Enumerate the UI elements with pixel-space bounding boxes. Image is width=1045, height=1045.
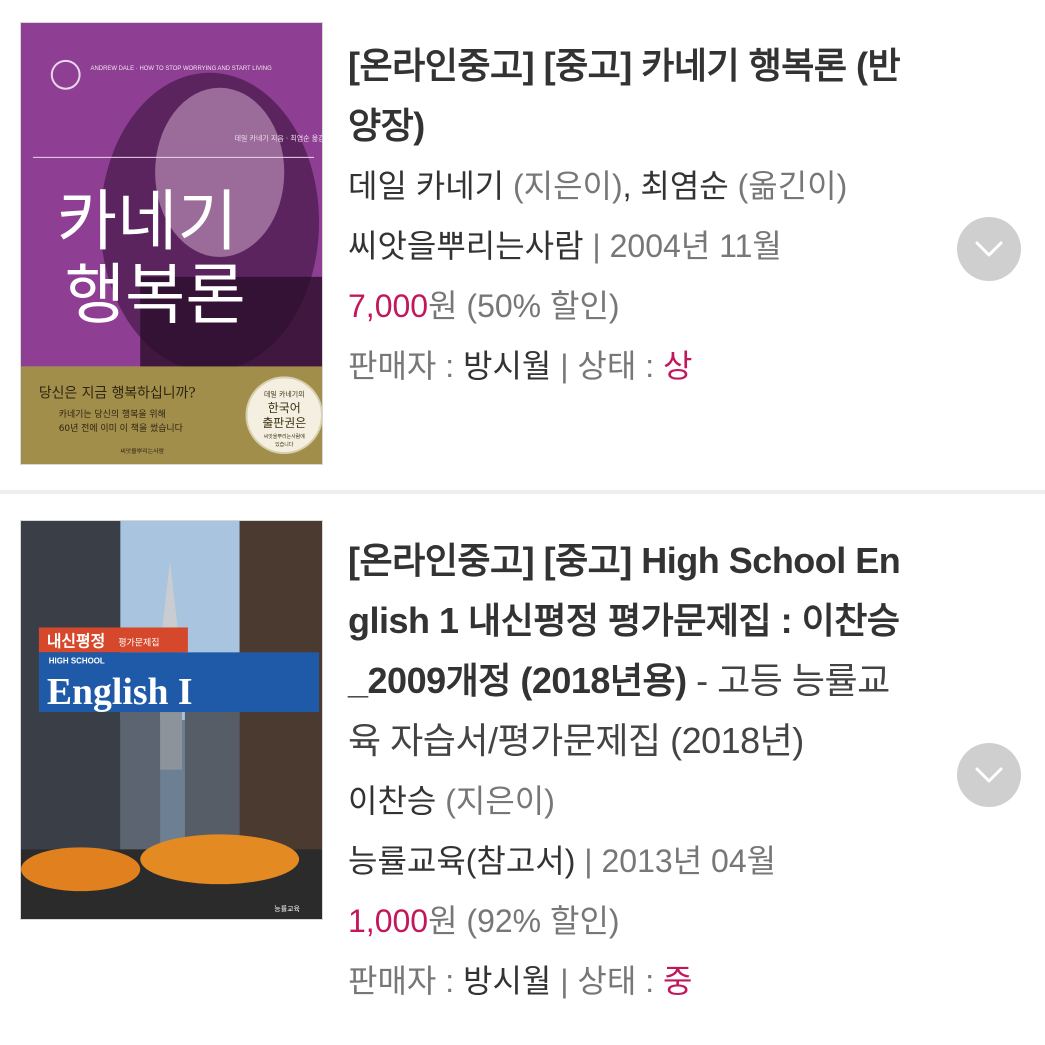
title-line: [온라인중고] [중고] 카네기 행복론 (반 xyxy=(348,45,901,86)
price-line: 1,000원 (92% 할인) xyxy=(348,891,948,951)
expand-button[interactable] xyxy=(957,217,1021,281)
title-line: [온라인중고] [중고] High School En xyxy=(348,540,901,581)
cover-top-text: ANDREW DALE · HOW TO STOP WORRYING AND S… xyxy=(91,66,273,72)
cover-seal-line1: 데일 카네기의 xyxy=(264,389,305,398)
seller-label: 판매자 : xyxy=(348,348,463,384)
publish-date: 2004년 11월 xyxy=(609,228,782,264)
expand-button[interactable] xyxy=(957,743,1021,807)
price-line: 7,000원 (50% 할인) xyxy=(348,276,948,336)
seller-name[interactable]: 방시월 xyxy=(463,348,551,384)
discount-rate: (92% 할인) xyxy=(466,903,620,939)
cover-seal-line4: 씨앗을뿌리는사람에 xyxy=(264,433,306,440)
product-item[interactable]: ANDREW DALE · HOW TO STOP WORRYING AND S… xyxy=(0,0,1045,490)
title-subtitle-part: - 고등 능률교 xyxy=(686,660,890,701)
cover-publisher-mark: 능률교육 xyxy=(274,905,300,913)
product-title[interactable]: [온라인중고] [중고] High School En glish 1 내신평정… xyxy=(348,531,948,771)
cover-band-main: 당신은 지금 행복하십니까? xyxy=(39,385,196,401)
price-value: 7,000 xyxy=(348,288,429,324)
publisher-line: 능률교육(참고서) | 2013년 04월 xyxy=(348,831,948,891)
state-value: 중 xyxy=(662,963,693,999)
cover-publisher-mark: 씨앗을뿌리는사람 xyxy=(120,447,164,455)
separator: | xyxy=(551,348,578,384)
seller-label: 판매자 : xyxy=(348,963,463,999)
product-title[interactable]: [온라인중고] [중고] 카네기 행복론 (반 양장) xyxy=(348,36,948,156)
cover-seal-line3: 출판권은 xyxy=(262,416,306,430)
publish-date: 2013년 04월 xyxy=(601,843,777,879)
cover-banner-title: 내신평정 xyxy=(47,631,105,650)
product-info: [온라인중고] [중고] High School En glish 1 내신평정… xyxy=(348,531,948,1011)
book-cover-graphic: 내신평정 평가문제집 HIGH SCHOOL English I 능률교육 xyxy=(21,521,322,919)
cover-band-sub1: 카네기는 당신의 행복을 위해 xyxy=(59,408,166,420)
cover-title-line1: 카네기 xyxy=(57,184,238,260)
translator-role: (옮긴이) xyxy=(737,168,848,204)
author-name[interactable]: 데일 카네기 xyxy=(348,168,504,204)
title-line: glish 1 내신평정 평가문제집 : 이찬승 xyxy=(348,600,900,641)
separator: | xyxy=(575,843,602,879)
state-label: 상태 : xyxy=(577,963,663,999)
chevron-down-icon xyxy=(975,767,1003,783)
book-cover-image[interactable]: 내신평정 평가문제집 HIGH SCHOOL English I 능률교육 xyxy=(20,520,323,920)
state-value: 상 xyxy=(662,348,693,384)
book-cover-image[interactable]: ANDREW DALE · HOW TO STOP WORRYING AND S… xyxy=(20,22,323,465)
separator: | xyxy=(551,963,578,999)
title-line: _2009개정 (2018년용) - 고등 능률교 xyxy=(348,651,948,711)
cover-band-sub2: 60년 전에 이미 이 책을 썼습니다 xyxy=(59,422,183,434)
chevron-down-icon xyxy=(975,241,1003,257)
seller-name[interactable]: 방시월 xyxy=(463,963,551,999)
product-item[interactable]: 내신평정 평가문제집 HIGH SCHOOL English I 능률교육 [온… xyxy=(0,495,1045,1045)
state-label: 상태 : xyxy=(577,348,663,384)
price-unit: 원 xyxy=(428,903,458,939)
separator: | xyxy=(583,228,610,264)
cover-english-title: English I xyxy=(47,671,193,713)
translator-name[interactable]: 최염순 xyxy=(640,168,728,204)
cover-seal-line2: 한국어 xyxy=(268,401,301,415)
discount-rate: (50% 할인) xyxy=(466,288,620,324)
cover-banner-sub: 평가문제집 xyxy=(118,636,159,648)
price-value: 1,000 xyxy=(348,903,429,939)
product-info: [온라인중고] [중고] 카네기 행복론 (반 양장) 데일 카네기 (지은이)… xyxy=(348,36,948,396)
seller-line: 판매자 : 방시월 | 상태 : 상 xyxy=(348,336,948,396)
cover-seal-line5: 있습니다 xyxy=(275,441,294,448)
author-role: (지은이) xyxy=(512,168,623,204)
cover-school-text: HIGH SCHOOL xyxy=(49,656,105,665)
book-cover-graphic: ANDREW DALE · HOW TO STOP WORRYING AND S… xyxy=(21,23,322,464)
publisher-name[interactable]: 씨앗을뿌리는사람 xyxy=(348,228,584,264)
title-line: 육 자습서/평가문제집 (2018년) xyxy=(348,720,804,761)
seller-line: 판매자 : 방시월 | 상태 : 중 xyxy=(348,951,948,1011)
cover-author-text: 데일 카네기 지음 · 최염순 옮김 xyxy=(235,133,322,142)
title-bold-part: _2009개정 (2018년용) xyxy=(348,660,687,701)
item-divider xyxy=(0,490,1045,494)
publisher-name[interactable]: 능률교육(참고서) xyxy=(348,843,575,879)
author-line: 이찬승 (지은이) xyxy=(348,771,948,831)
separator: , xyxy=(622,168,632,204)
author-line: 데일 카네기 (지은이), 최염순 (옮긴이) xyxy=(348,156,948,216)
cover-title-line2: 행복론 xyxy=(65,258,246,334)
author-role: (지은이) xyxy=(445,783,555,819)
price-unit: 원 xyxy=(428,288,458,324)
title-line: 양장) xyxy=(348,105,425,146)
author-name[interactable]: 이찬승 xyxy=(348,783,436,819)
publisher-line: 씨앗을뿌리는사람 | 2004년 11월 xyxy=(348,216,948,276)
